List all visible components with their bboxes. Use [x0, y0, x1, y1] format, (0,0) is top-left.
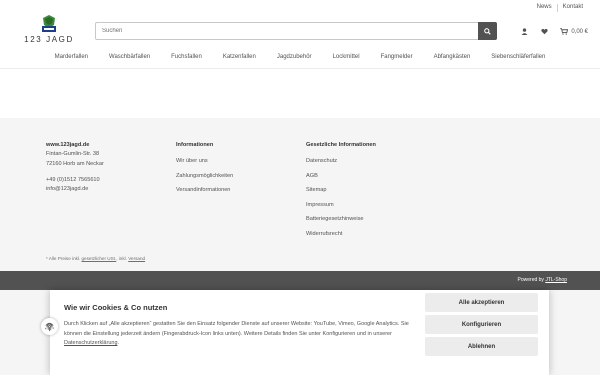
footer-email[interactable]: info@123jagd.de: [46, 185, 104, 194]
cart-icon: [560, 28, 569, 35]
search-bar: [95, 22, 497, 40]
top-links: News Kontakt: [532, 4, 588, 12]
footer-contact: www.123jagd.de Fintan-Gumlin-Str. 38 721…: [46, 141, 104, 194]
cookie-text: Durch Klicken auf „Alle akzeptieren“ ges…: [64, 320, 409, 349]
nav-item-lockmittel[interactable]: Lockmittel: [322, 54, 370, 68]
search-input[interactable]: [96, 23, 479, 39]
nav-item-marderfallen[interactable]: Marderfallen: [44, 54, 98, 68]
wishlist-button[interactable]: [534, 26, 554, 37]
logo-mark-icon: [42, 15, 56, 32]
footer: www.123jagd.de Fintan-Gumlin-Str. 38 721…: [0, 118, 600, 271]
footer-link-imprint[interactable]: Impressum: [306, 201, 376, 210]
nav-item-fangmelder[interactable]: Fangmelder: [370, 54, 423, 68]
copyright-bar: Powered by JTL-Shop: [0, 271, 600, 290]
jtl-shop-link[interactable]: JTL-Shop: [545, 277, 567, 283]
footer-link-terms[interactable]: AGB: [306, 172, 376, 181]
reject-button[interactable]: Ablehnen: [425, 337, 538, 356]
search-icon: [484, 27, 491, 35]
cookie-settings-button[interactable]: [41, 318, 58, 335]
account-button[interactable]: [514, 26, 534, 37]
user-icon: [521, 28, 528, 35]
footer-link-about[interactable]: Wir über uns: [176, 157, 233, 166]
vat-link[interactable]: gesetzlicher USt.: [82, 256, 117, 261]
news-link[interactable]: News: [532, 4, 557, 12]
cookie-consent-banner: Wie wir Cookies & Co nutzen Durch Klicke…: [41, 290, 549, 375]
header: 123 JAGD News Kontakt Suchen 0,00 € Mard…: [0, 0, 600, 69]
logo-text: 123 JAGD: [24, 35, 74, 44]
nav-item-siebenschlaeferfallen[interactable]: Siebenschläferfallen: [481, 54, 556, 68]
contact-link[interactable]: Kontakt: [558, 4, 588, 12]
footer-link-sitemap[interactable]: Sitemap: [306, 186, 376, 195]
main-navigation: Marderfallen Waschbärfallen Fuchsfallen …: [0, 54, 600, 68]
price-note-prefix: * Alle Preise inkl.: [46, 256, 82, 261]
footer-legal: Gesetzliche Informationen Datenschutz AG…: [306, 141, 376, 244]
cookie-text-main: Durch Klicken auf „Alle akzeptieren“ ges…: [64, 321, 409, 337]
header-icons: 0,00 €: [514, 26, 588, 37]
footer-info-title: Informationen: [176, 142, 214, 148]
nav-item-katzenfallen[interactable]: Katzenfallen: [212, 54, 266, 68]
footer-link-withdrawal[interactable]: Widerrufsrecht: [306, 230, 376, 239]
nav-item-abfangkaesten[interactable]: Abfangkästen: [423, 54, 481, 68]
search-button[interactable]: [478, 22, 497, 40]
fingerprint-icon: [45, 322, 54, 332]
nav-item-waschbaerfallen[interactable]: Waschbärfallen: [99, 54, 161, 68]
footer-phone[interactable]: +49 (0)1512 7565610: [46, 176, 104, 185]
cookie-text-end: .: [117, 340, 120, 346]
footer-link-privacy[interactable]: Datenschutz: [306, 157, 376, 166]
footer-spacer: [46, 169, 104, 176]
cookie-title: Wie wir Cookies & Co nutzen: [64, 303, 168, 312]
shipping-link[interactable]: Versand: [128, 256, 145, 261]
cart-total: 0,00 €: [571, 28, 588, 35]
powered-by: Powered by JTL-Shop: [518, 277, 567, 283]
footer-link-battery[interactable]: Batteriegesetzhinweise: [306, 215, 376, 224]
cart-button[interactable]: 0,00 €: [554, 26, 588, 37]
footer-link-shipping[interactable]: Versandinformationen: [176, 186, 233, 195]
footer-city: 72160 Horb am Neckar: [46, 160, 104, 167]
logo[interactable]: 123 JAGD: [24, 14, 74, 46]
heart-icon: [541, 28, 548, 35]
price-note: * Alle Preise inkl. gesetzlicher USt., i…: [46, 256, 145, 261]
nav-item-fuchsfallen[interactable]: Fuchsfallen: [161, 54, 213, 68]
footer-legal-title: Gesetzliche Informationen: [306, 142, 376, 148]
privacy-policy-link[interactable]: Datenschutzerklärung: [64, 340, 118, 346]
footer-link-payment[interactable]: Zahlungsmöglichkeiten: [176, 172, 233, 181]
price-note-mid: , inkl.: [116, 256, 129, 261]
powered-prefix: Powered by: [517, 277, 546, 283]
footer-site-name[interactable]: www.123jagd.de: [46, 141, 104, 150]
footer-street: Fintan-Gumlin-Str. 38: [46, 151, 100, 158]
nav-item-jagdzubehoer[interactable]: Jagdzubehör: [266, 54, 322, 68]
footer-info: Informationen Wir über uns Zahlungsmögli…: [176, 141, 233, 201]
accept-all-button[interactable]: Alle akzeptieren: [425, 293, 538, 312]
configure-button[interactable]: Konfigurieren: [425, 315, 538, 334]
